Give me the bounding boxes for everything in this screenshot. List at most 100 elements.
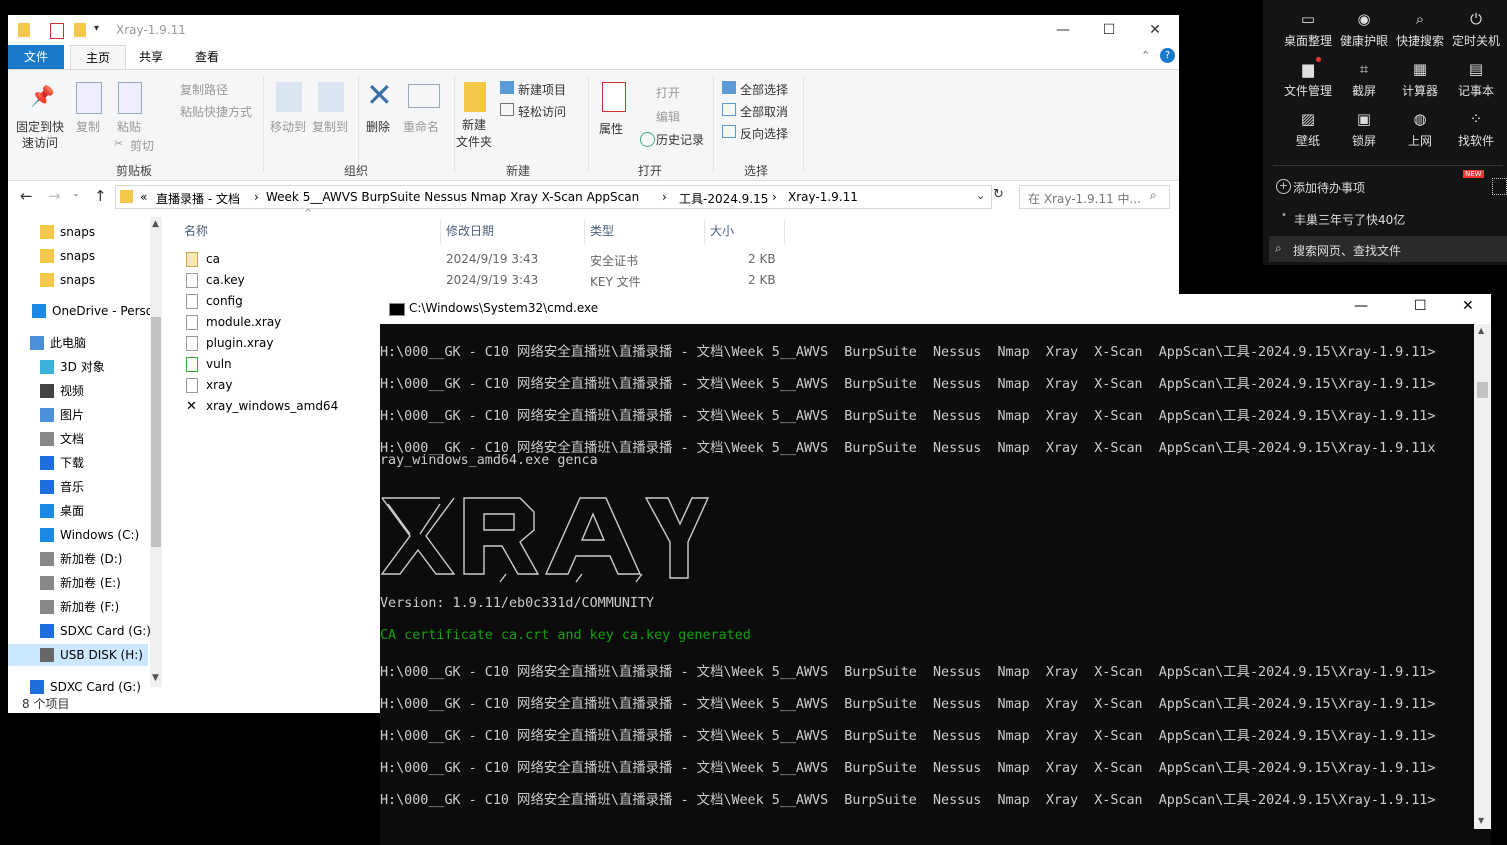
divider[interactable] — [440, 220, 441, 244]
edit-button[interactable]: 编辑 — [656, 108, 680, 125]
cut-button[interactable]: 剪切 — [130, 137, 154, 154]
rename-button[interactable]: 重命名 — [403, 118, 439, 135]
copy-to-button[interactable]: 复制到 — [312, 118, 348, 135]
divider[interactable] — [584, 220, 585, 244]
tab-view[interactable]: 查看 — [180, 45, 234, 69]
close-button[interactable]: ✕ — [1462, 298, 1474, 314]
new-folder-button[interactable]: 新建 — [462, 116, 486, 133]
nav-item[interactable]: snaps — [8, 221, 148, 243]
divider[interactable] — [704, 220, 705, 244]
paste-shortcut-button[interactable]: 粘贴快捷方式 — [180, 103, 252, 120]
delete-button[interactable]: 删除 — [366, 118, 390, 135]
panel-scheduled-shutdown[interactable]: ⏻ 定时关机 — [1448, 10, 1504, 49]
paste-button[interactable]: 粘贴 — [117, 118, 141, 135]
search-input[interactable]: 在 Xray-1.9.11 中... ⌕ — [1019, 185, 1170, 209]
scroll-thumb[interactable] — [1477, 382, 1488, 398]
breadcrumb-overflow[interactable]: « — [140, 190, 147, 204]
nav-item[interactable]: 桌面 — [8, 500, 148, 522]
divider[interactable] — [784, 220, 785, 244]
column-name[interactable]: 名称 — [184, 220, 208, 242]
nav-item[interactable]: OneDrive - Perso — [8, 300, 153, 322]
qr-code-icon[interactable] — [1492, 178, 1507, 195]
recent-dropdown-icon[interactable]: ⌄ — [72, 189, 80, 199]
close-button[interactable]: ✕ — [1132, 15, 1178, 45]
copy-path-button[interactable]: 复制路径 — [180, 81, 228, 98]
back-icon[interactable]: ← — [20, 187, 33, 205]
history-button[interactable]: 历史记录 — [656, 131, 704, 148]
forward-icon[interactable]: → — [48, 187, 61, 205]
scroll-thumb[interactable] — [151, 317, 161, 547]
pin-quick-access-button[interactable]: 固定到快 — [16, 118, 64, 135]
properties-button[interactable]: 属性 — [599, 120, 623, 137]
invert-selection-button[interactable]: 反向选择 — [740, 125, 788, 142]
nav-item[interactable]: 图片 — [8, 404, 148, 426]
panel-find-software[interactable]: ⁘ 找软件 — [1448, 110, 1504, 149]
address-bar[interactable]: « 直播录播 - 文档 › Week 5__AWVS BurpSuite Nes… — [115, 185, 992, 209]
add-todo-icon[interactable]: + — [1276, 179, 1291, 194]
scroll-up-icon[interactable]: ▲ — [1478, 326, 1484, 335]
nav-item[interactable]: 文档 — [8, 428, 148, 450]
nav-item[interactable]: SDXC Card (G:) — [8, 620, 151, 642]
nav-item[interactable]: 此电脑 — [8, 332, 148, 354]
scroll-down-icon[interactable]: ▼ — [1478, 816, 1484, 825]
nav-item[interactable]: snaps — [8, 269, 148, 291]
collapse-ribbon-icon[interactable]: ⌃ — [1141, 49, 1150, 62]
nav-item[interactable]: 音乐 — [8, 476, 148, 498]
scroll-up-icon[interactable]: ▲ — [152, 219, 159, 229]
nav-item[interactable]: 3D 对象 — [8, 356, 148, 378]
nav-item[interactable]: 新加卷 (D:) — [8, 548, 148, 570]
tab-home[interactable]: 主页 — [70, 45, 126, 70]
panel-notepad[interactable]: ▤ 记事本 — [1448, 60, 1504, 99]
help-icon[interactable]: ? — [1160, 48, 1175, 63]
panel-calculator[interactable]: ▦ 计算器 — [1392, 60, 1448, 99]
chevron-down-icon[interactable]: ⌄ — [976, 189, 985, 202]
column-size[interactable]: 大小 — [710, 220, 734, 242]
panel-quick-search[interactable]: ⌕ 快捷搜索 — [1392, 10, 1448, 49]
new-item-button[interactable]: 新建项目 — [518, 81, 566, 98]
copy-button[interactable]: 复制 — [76, 118, 100, 135]
file-row[interactable]: ca 2024/9/19 3:43 安全证书 2 KB — [178, 249, 818, 270]
nav-item[interactable]: 下载 — [8, 452, 148, 474]
minimize-button[interactable]: — — [1354, 298, 1368, 314]
select-all-button[interactable]: 全部选择 — [740, 81, 788, 98]
panel-desktop-organize[interactable]: ▭ 桌面整理 — [1280, 10, 1336, 49]
column-date[interactable]: 修改日期 — [446, 220, 494, 242]
breadcrumb-item[interactable]: Week 5__AWVS BurpSuite Nessus Nmap Xray … — [266, 190, 639, 204]
maximize-button[interactable]: ☐ — [1086, 15, 1132, 45]
breadcrumb-item[interactable]: 直播录播 - 文档 — [156, 190, 240, 207]
properties-icon[interactable] — [50, 23, 64, 39]
refresh-icon[interactable]: ↻ — [993, 187, 1004, 202]
panel-file-manager[interactable]: ▆ 文件管理 — [1280, 60, 1336, 99]
file-row[interactable]: ca.key 2024/9/19 3:43 KEY 文件 2 KB — [178, 270, 818, 291]
add-todo-button[interactable]: 添加待办事项 — [1293, 179, 1365, 196]
minimize-button[interactable]: — — [1040, 15, 1086, 45]
easy-access-button[interactable]: 轻松访问 — [518, 103, 566, 120]
panel-search-input[interactable]: ⌕ 搜索网页、查找文件 — [1269, 236, 1507, 262]
open-button[interactable]: 打开 — [656, 84, 680, 101]
column-type[interactable]: 类型 — [590, 220, 614, 242]
panel-lock-screen[interactable]: ▣ 锁屏 — [1336, 110, 1392, 149]
panel-screenshot[interactable]: ⌗ 截屏 — [1336, 60, 1392, 99]
nav-item[interactable]: 新加卷 (F:) — [8, 596, 148, 618]
news-headline[interactable]: 丰巢三年亏了快40亿 — [1294, 211, 1405, 228]
panel-eye-care[interactable]: ◉ 健康护眼 — [1336, 10, 1392, 49]
panel-wallpaper[interactable]: ▨ 壁纸 — [1280, 110, 1336, 149]
tab-share[interactable]: 共享 — [124, 45, 178, 69]
select-none-button[interactable]: 全部取消 — [740, 103, 788, 120]
nav-item[interactable]: 视频 — [8, 380, 148, 402]
scroll-down-icon[interactable]: ▼ — [152, 673, 159, 683]
new-folder-icon[interactable] — [74, 23, 86, 37]
chevron-down-icon[interactable]: ▾ — [94, 23, 99, 34]
panel-browse-web[interactable]: ◍ 上网 — [1392, 110, 1448, 149]
nav-item[interactable]: 新加卷 (E:) — [8, 572, 148, 594]
cmd-scrollbar[interactable]: ▲ ▼ — [1474, 324, 1491, 829]
maximize-button[interactable]: ☐ — [1414, 298, 1427, 314]
nav-item[interactable]: USB DISK (H:) — [8, 644, 148, 666]
tab-file[interactable]: 文件 — [8, 45, 64, 69]
breadcrumb-item[interactable]: 工具-2024.9.15 — [679, 190, 768, 207]
nav-item[interactable]: snaps — [8, 245, 148, 267]
up-icon[interactable]: ↑ — [94, 187, 107, 205]
nav-item[interactable]: Windows (C:) — [8, 524, 148, 546]
move-to-button[interactable]: 移动到 — [270, 118, 306, 135]
nav-scrollbar[interactable]: ▲ ▼ — [150, 217, 162, 687]
